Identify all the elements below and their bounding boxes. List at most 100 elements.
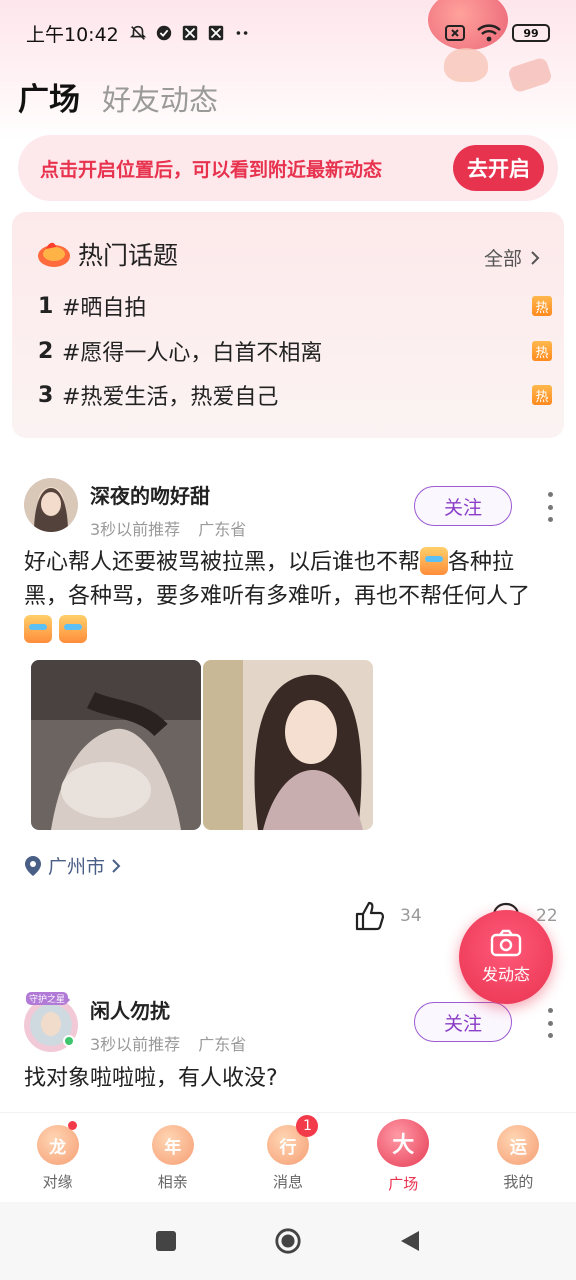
nav-item-messages[interactable]: 行 1 消息: [230, 1113, 345, 1202]
like-count: 34: [400, 906, 422, 926]
camera-icon: [490, 929, 522, 957]
post-time: 3秒以前推荐: [90, 1035, 181, 1054]
bottom-navigation: 龙 对缘 年 相亲 行 1 消息 大 广场 运 我的: [0, 1112, 576, 1202]
post-username[interactable]: 闲人勿扰: [90, 995, 170, 1024]
hot-badge: 热: [532, 296, 552, 316]
dragon-icon: 龙: [36, 1125, 79, 1165]
back-button[interactable]: [396, 1227, 424, 1255]
post-text: 找对象啦啦啦，有人收没?: [24, 1066, 278, 1091]
hot-fire-icon: [38, 242, 70, 267]
more-dot: [547, 492, 553, 497]
nav-label: 广场: [388, 1175, 419, 1193]
tab-friends-feed[interactable]: 好友动态: [102, 77, 218, 119]
sad-emoji-icon: [420, 547, 449, 575]
hot-topic-rank: 3: [38, 382, 54, 408]
location-banner-text: 点击开启位置后，可以看到附近最新动态: [40, 158, 383, 181]
post-text-part: 好心帮人还要被骂被拉黑，以后谁也不帮: [24, 550, 421, 575]
hot-topics-all-label: 全部: [483, 248, 522, 270]
app-notification-icon: [182, 25, 197, 41]
post-username[interactable]: 深夜的吻好甜: [90, 480, 210, 509]
status-bar: 上午10:42 99: [0, 0, 576, 66]
status-notification-icons: [129, 24, 251, 42]
post-photo: [203, 660, 373, 830]
nav-label: 相亲: [157, 1173, 188, 1191]
sad-emoji-icon: [24, 615, 52, 643]
create-post-fab[interactable]: 发动态: [459, 910, 553, 1004]
battery-indicator: 99: [512, 24, 550, 42]
more-notifications-icon: [236, 31, 248, 35]
tab-square[interactable]: 广场: [18, 74, 80, 119]
wifi-icon: [477, 24, 501, 42]
avatar-frame-label: 守护之星: [26, 992, 69, 1005]
nav-item-match[interactable]: 龙 对缘: [0, 1113, 115, 1202]
hot-topic-rank: 1: [38, 293, 54, 319]
post-text: 好心帮人还要被骂被拉黑，以后谁也不帮 各种拉黑，各种骂，要多难听有多难听，再也不帮…: [24, 546, 554, 648]
avatar[interactable]: [24, 478, 78, 532]
recent-apps-button[interactable]: [152, 1227, 180, 1255]
app-notification-icon-2: [208, 25, 223, 41]
nav-label: 消息: [273, 1173, 304, 1191]
check-circle-icon: [156, 25, 171, 41]
system-navigation-bar: [0, 1202, 576, 1280]
sad-emoji-icon: [59, 615, 87, 643]
hot-topic-text: #愿得一人心，白首不相离: [62, 341, 323, 366]
post-image[interactable]: [31, 660, 201, 830]
nav-item-square[interactable]: 大 广场: [346, 1113, 461, 1202]
nav-item-dating[interactable]: 年 相亲: [115, 1113, 230, 1202]
hot-topics-all-link[interactable]: 全部: [484, 244, 540, 271]
status-time: 上午10:42: [26, 23, 119, 46]
unread-badge: 1: [296, 1115, 319, 1137]
hot-topics-card: 热门话题 全部 1 #晒自拍 热 2 #愿得一人心，白首不相离 热 3 #热爱生…: [12, 212, 564, 438]
follow-button[interactable]: 关注: [414, 486, 512, 526]
thumbs-up-icon: [355, 901, 385, 931]
hot-topic-item[interactable]: 2 #愿得一人心，白首不相离 热: [38, 335, 552, 367]
nav-item-profile[interactable]: 运 我的: [461, 1113, 576, 1202]
post-image[interactable]: [203, 660, 373, 830]
post-location[interactable]: 广州市: [24, 852, 121, 879]
follow-button[interactable]: 关注: [414, 1002, 512, 1042]
home-button[interactable]: [274, 1227, 302, 1255]
app-root: 上午10:42 99 广场 好友动态 点击开启位置后，可以看到附近最新动态 去开…: [0, 0, 576, 1280]
location-permission-banner[interactable]: 点击开启位置后，可以看到附近最新动态 去开启: [18, 135, 558, 201]
enable-location-button[interactable]: 去开启: [453, 145, 544, 191]
nav-label: 我的: [503, 1173, 534, 1191]
avatar-image: [24, 478, 78, 532]
create-post-label: 发动态: [481, 965, 530, 984]
hot-topic-text: #热爱生活，热爱自己: [62, 385, 279, 410]
hot-topic-item[interactable]: 3 #热爱生活，热爱自己 热: [38, 379, 552, 411]
more-dot: [547, 1033, 553, 1038]
year-icon: 年: [151, 1125, 194, 1165]
post-region: 广东省: [198, 520, 247, 539]
hot-topics-header: 热门话题: [36, 236, 178, 272]
status-system-icons: 99: [444, 23, 550, 43]
more-dot: [547, 504, 553, 510]
hot-badge: 热: [532, 341, 552, 361]
notification-dot: [68, 1121, 77, 1130]
top-tabs: 广场 好友动态: [18, 74, 218, 119]
hot-topic-item[interactable]: 1 #晒自拍 热: [38, 290, 552, 322]
more-dot: [547, 1020, 553, 1026]
sim-off-icon: [445, 25, 465, 41]
post-time: 3秒以前推荐: [90, 520, 181, 539]
post-more-button[interactable]: [542, 1008, 558, 1038]
mute-bell-icon: [129, 25, 147, 40]
square-icon: 大: [377, 1119, 430, 1167]
more-dot: [547, 1008, 553, 1013]
post-more-button[interactable]: [542, 492, 558, 522]
post-meta: 3秒以前推荐 广东省: [90, 516, 246, 540]
hot-topic-text: #晒自拍: [62, 296, 147, 321]
location-pin-icon: [25, 855, 41, 876]
hot-badge: 热: [532, 385, 552, 405]
square-icon: [156, 1231, 176, 1251]
luck-icon: 运: [497, 1125, 540, 1165]
avatar[interactable]: 守护之星: [20, 992, 78, 1052]
more-dot: [547, 517, 553, 522]
chevron-right-icon: [112, 858, 121, 873]
post-meta: 3秒以前推荐 广东省: [90, 1031, 246, 1055]
hot-topics-title: 热门话题: [78, 241, 179, 270]
hot-topic-rank: 2: [38, 338, 54, 364]
back-triangle-icon: [401, 1231, 419, 1251]
nav-label: 对缘: [42, 1173, 73, 1191]
like-action[interactable]: 34: [354, 900, 422, 932]
post-region: 广东省: [198, 1035, 247, 1054]
